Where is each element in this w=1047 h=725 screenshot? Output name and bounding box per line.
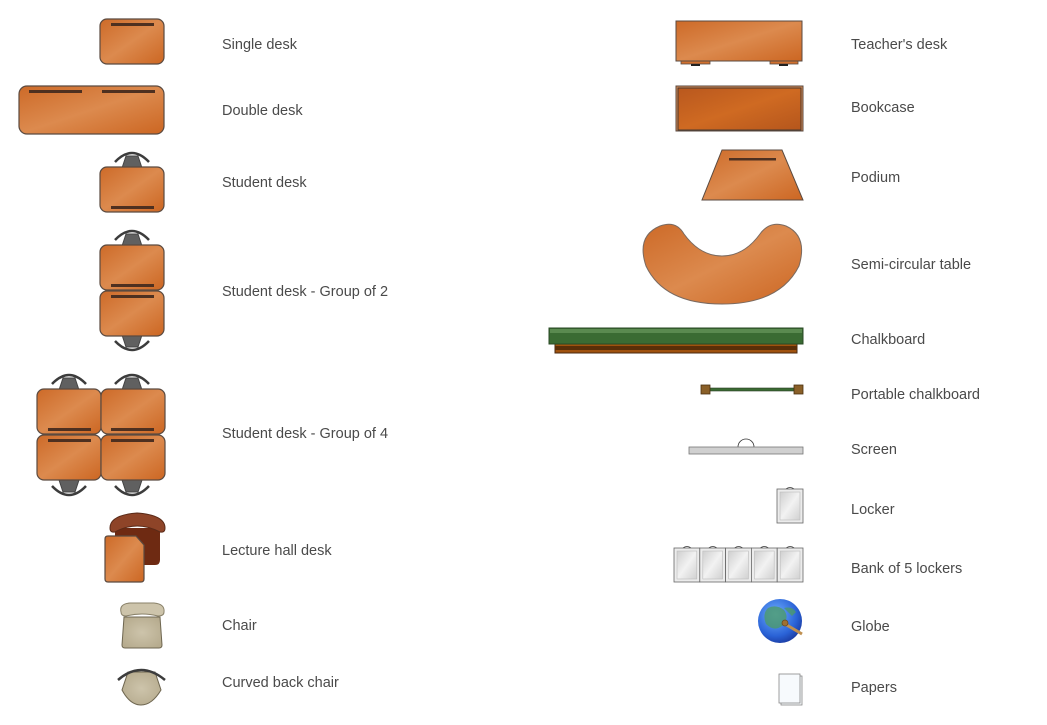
locker-door — [702, 550, 723, 580]
student-desk-group-2-icon[interactable] — [99, 229, 165, 352]
shape-label: Curved back chair — [222, 675, 339, 691]
shape-label: Single desk — [222, 37, 297, 53]
shape-label: Locker — [851, 502, 895, 518]
shape-label: Lecture hall desk — [222, 543, 332, 559]
lecture-hall-desk-icon[interactable] — [104, 512, 166, 583]
locker-door — [676, 550, 698, 580]
papers-icon[interactable] — [778, 673, 803, 706]
shape-label: Student desk - Group of 2 — [222, 284, 389, 300]
double-desk-icon[interactable] — [18, 85, 165, 135]
screen-icon[interactable] — [688, 438, 804, 455]
shape-label: Teacher's desk — [851, 37, 948, 53]
curved-back-chair-icon[interactable] — [117, 668, 166, 706]
locker-icon[interactable] — [776, 487, 804, 524]
bank-of-lockers-icon[interactable] — [673, 546, 804, 583]
chalkboard-icon[interactable] — [548, 327, 804, 354]
shape-label: Student desk - Group of 4 — [222, 426, 389, 442]
teachers-desk-icon[interactable] — [675, 20, 803, 66]
shape-label: Student desk — [222, 175, 307, 191]
shape-label: Bank of 5 lockers — [851, 561, 963, 577]
locker-door — [754, 550, 775, 580]
podium-icon[interactable] — [701, 149, 804, 201]
shape-label: Semi-circular table — [851, 257, 972, 273]
student-desk-group-4-icon[interactable] — [36, 373, 166, 497]
bookcase-icon[interactable] — [675, 85, 804, 132]
shape-label: Screen — [851, 442, 897, 458]
shape-label: Bookcase — [851, 100, 915, 116]
shape-label: Chalkboard — [851, 332, 926, 348]
globe-icon[interactable] — [758, 599, 803, 643]
shape-label: Chair — [222, 618, 257, 634]
shape-label: Papers — [851, 680, 897, 696]
portable-chalkboard-icon[interactable] — [700, 384, 804, 395]
student-desk-icon[interactable] — [99, 151, 165, 213]
chair-icon[interactable] — [120, 602, 165, 649]
shape-label: Double desk — [222, 103, 303, 119]
locker-door — [728, 550, 749, 580]
shape-label: Podium — [851, 170, 901, 186]
shape-label: Portable chalkboard — [851, 387, 980, 403]
semi-circular-table-icon[interactable] — [642, 223, 803, 305]
shape-label: Globe — [851, 619, 890, 635]
locker-door — [779, 550, 801, 580]
single-desk-icon[interactable] — [99, 18, 165, 65]
